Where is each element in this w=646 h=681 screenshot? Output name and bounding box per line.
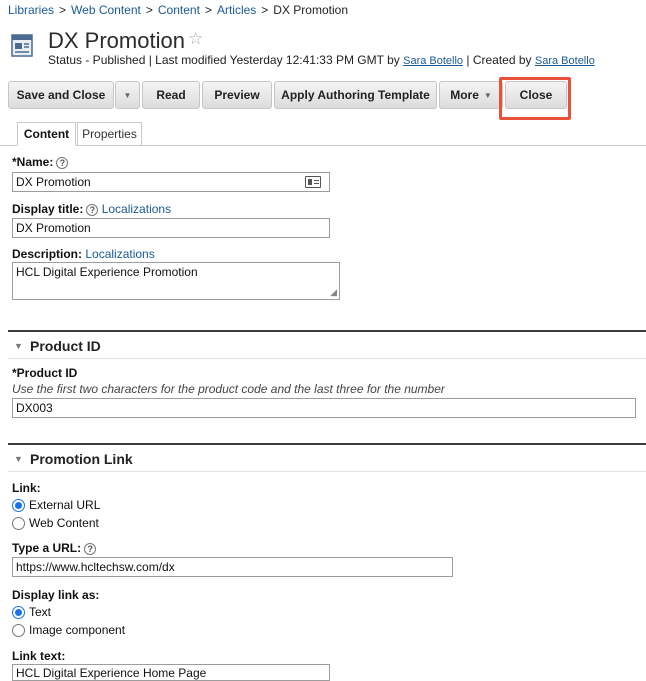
display-title-field-value: DX Promotion xyxy=(16,221,91,235)
product-id-section-title: Product ID xyxy=(30,338,101,354)
tab-content-label: Content xyxy=(23,127,70,141)
description-label-text: Description: xyxy=(12,247,83,261)
display-title-field[interactable]: DX Promotion xyxy=(12,218,330,238)
product-id-label: *Product ID xyxy=(12,366,77,380)
page-title-text: DX Promotion xyxy=(48,28,185,53)
url-label-text: Type a URL: xyxy=(12,541,82,555)
link-text-field[interactable]: HCL Digital Experience Home Page xyxy=(12,664,330,681)
breadcrumb-separator: > xyxy=(204,3,212,17)
tab-content[interactable]: Content xyxy=(17,122,76,146)
radio-external-url[interactable]: External URL xyxy=(12,498,100,512)
radio-text-label: Text xyxy=(29,605,52,619)
radio-selected-icon[interactable] xyxy=(12,498,25,512)
more-label: More xyxy=(450,88,479,102)
product-id-field-value: DX003 xyxy=(16,401,53,415)
tab-bar: Content Properties xyxy=(0,122,646,146)
link-label-text: Link: xyxy=(12,481,41,495)
url-label: Type a URL:? xyxy=(12,541,97,555)
save-options-dropdown[interactable]: ▼ xyxy=(115,81,140,109)
breadcrumb-content[interactable]: Content xyxy=(158,3,200,17)
promotion-link-section-header[interactable]: ▼ Promotion Link xyxy=(8,446,646,472)
description-localizations-link[interactable]: Localizations xyxy=(85,247,154,261)
created-by-link[interactable]: Sara Botello xyxy=(535,55,595,67)
link-text-label-text: Link text: xyxy=(12,649,66,663)
breadcrumb-separator: > xyxy=(59,3,67,17)
link-text-label: Link text: xyxy=(12,649,65,663)
breadcrumb-libraries[interactable]: Libraries xyxy=(8,3,54,17)
radio-unselected-icon[interactable] xyxy=(12,516,25,530)
apply-authoring-template-button[interactable]: Apply Authoring Template xyxy=(274,81,437,109)
breadcrumb-separator: > xyxy=(145,3,153,17)
breadcrumb: Libraries > Web Content > Content > Articles > D… xyxy=(8,3,348,17)
modified-by-link[interactable]: Sara Botello xyxy=(403,55,463,67)
status-line: Status - Published | Last modified Yeste… xyxy=(48,53,595,67)
chevron-down-icon: ▼ xyxy=(123,90,132,100)
url-field[interactable]: https://www.hcltechsw.com/dx xyxy=(12,557,453,577)
name-field-value: DX Promotion xyxy=(16,175,91,189)
section-divider xyxy=(8,443,646,445)
display-title-label: Display title:? Localizations xyxy=(12,202,171,216)
breadcrumb-current: DX Promotion xyxy=(273,3,348,17)
collapse-triangle-icon: ▼ xyxy=(14,341,23,351)
tab-properties-label: Properties xyxy=(82,127,137,141)
description-textarea[interactable]: HCL Digital Experience Promotion ◢ xyxy=(12,262,340,300)
document-icon xyxy=(11,34,33,57)
breadcrumb-separator: > xyxy=(261,3,269,17)
preview-label: Preview xyxy=(214,88,260,102)
apply-template-label: Apply Authoring Template xyxy=(281,88,430,102)
radio-web-content[interactable]: Web Content xyxy=(12,516,99,530)
read-button[interactable]: Read xyxy=(142,81,200,109)
product-id-hint: Use the first two characters for the pro… xyxy=(12,382,445,396)
promotion-link-section-title: Promotion Link xyxy=(30,451,133,467)
url-field-value: https://www.hcltechsw.com/dx xyxy=(16,560,175,574)
save-and-close-label: Save and Close xyxy=(16,88,106,102)
radio-unselected-icon[interactable] xyxy=(12,623,25,637)
help-icon[interactable]: ? xyxy=(56,157,69,169)
section-divider xyxy=(8,330,646,332)
status-text: Status - Published | Last modified Yeste… xyxy=(48,53,400,67)
radio-text[interactable]: Text xyxy=(12,605,51,619)
name-field[interactable]: DX Promotion xyxy=(12,172,330,192)
product-id-section-header[interactable]: ▼ Product ID xyxy=(8,333,646,359)
product-id-label-text: *Product ID xyxy=(12,366,78,380)
name-label-text: *Name: xyxy=(12,155,54,169)
save-and-close-button[interactable]: Save and Close xyxy=(8,81,114,109)
product-id-field[interactable]: DX003 xyxy=(12,398,636,418)
collapse-triangle-icon: ▼ xyxy=(14,454,23,464)
id-card-icon[interactable] xyxy=(305,176,321,188)
link-text-field-value: HCL Digital Experience Home Page xyxy=(16,666,207,680)
more-button[interactable]: More ▼ xyxy=(439,81,503,109)
preview-button[interactable]: Preview xyxy=(202,81,272,109)
created-text: | Created by xyxy=(466,53,532,67)
star-icon[interactable]: ☆ xyxy=(188,29,203,48)
display-title-localizations-link[interactable]: Localizations xyxy=(102,202,171,216)
name-label: *Name:? xyxy=(12,155,69,169)
help-icon[interactable]: ? xyxy=(84,543,97,555)
radio-external-url-label: External URL xyxy=(29,498,101,512)
help-icon[interactable]: ? xyxy=(86,204,99,216)
radio-selected-icon[interactable] xyxy=(12,605,25,619)
description-label: Description: Localizations xyxy=(12,247,155,261)
radio-image-component-label: Image component xyxy=(29,623,126,637)
tab-properties[interactable]: Properties xyxy=(77,122,142,146)
close-button-highlight xyxy=(499,77,571,120)
breadcrumb-articles[interactable]: Articles xyxy=(217,3,256,17)
page-title: DX Promotion ☆ xyxy=(48,28,203,54)
breadcrumb-web-content[interactable]: Web Content xyxy=(71,3,141,17)
link-label: Link: xyxy=(12,481,41,495)
radio-image-component[interactable]: Image component xyxy=(12,623,125,637)
resize-handle-icon[interactable]: ◢ xyxy=(330,287,337,298)
read-label: Read xyxy=(156,88,186,102)
display-link-as-label: Display link as: xyxy=(12,588,99,602)
chevron-down-icon: ▼ xyxy=(483,90,492,100)
radio-web-content-label: Web Content xyxy=(29,516,99,530)
display-link-as-label-text: Display link as: xyxy=(12,588,100,602)
display-title-label-text: Display title: xyxy=(12,202,84,216)
description-field-value: HCL Digital Experience Promotion xyxy=(16,265,198,279)
